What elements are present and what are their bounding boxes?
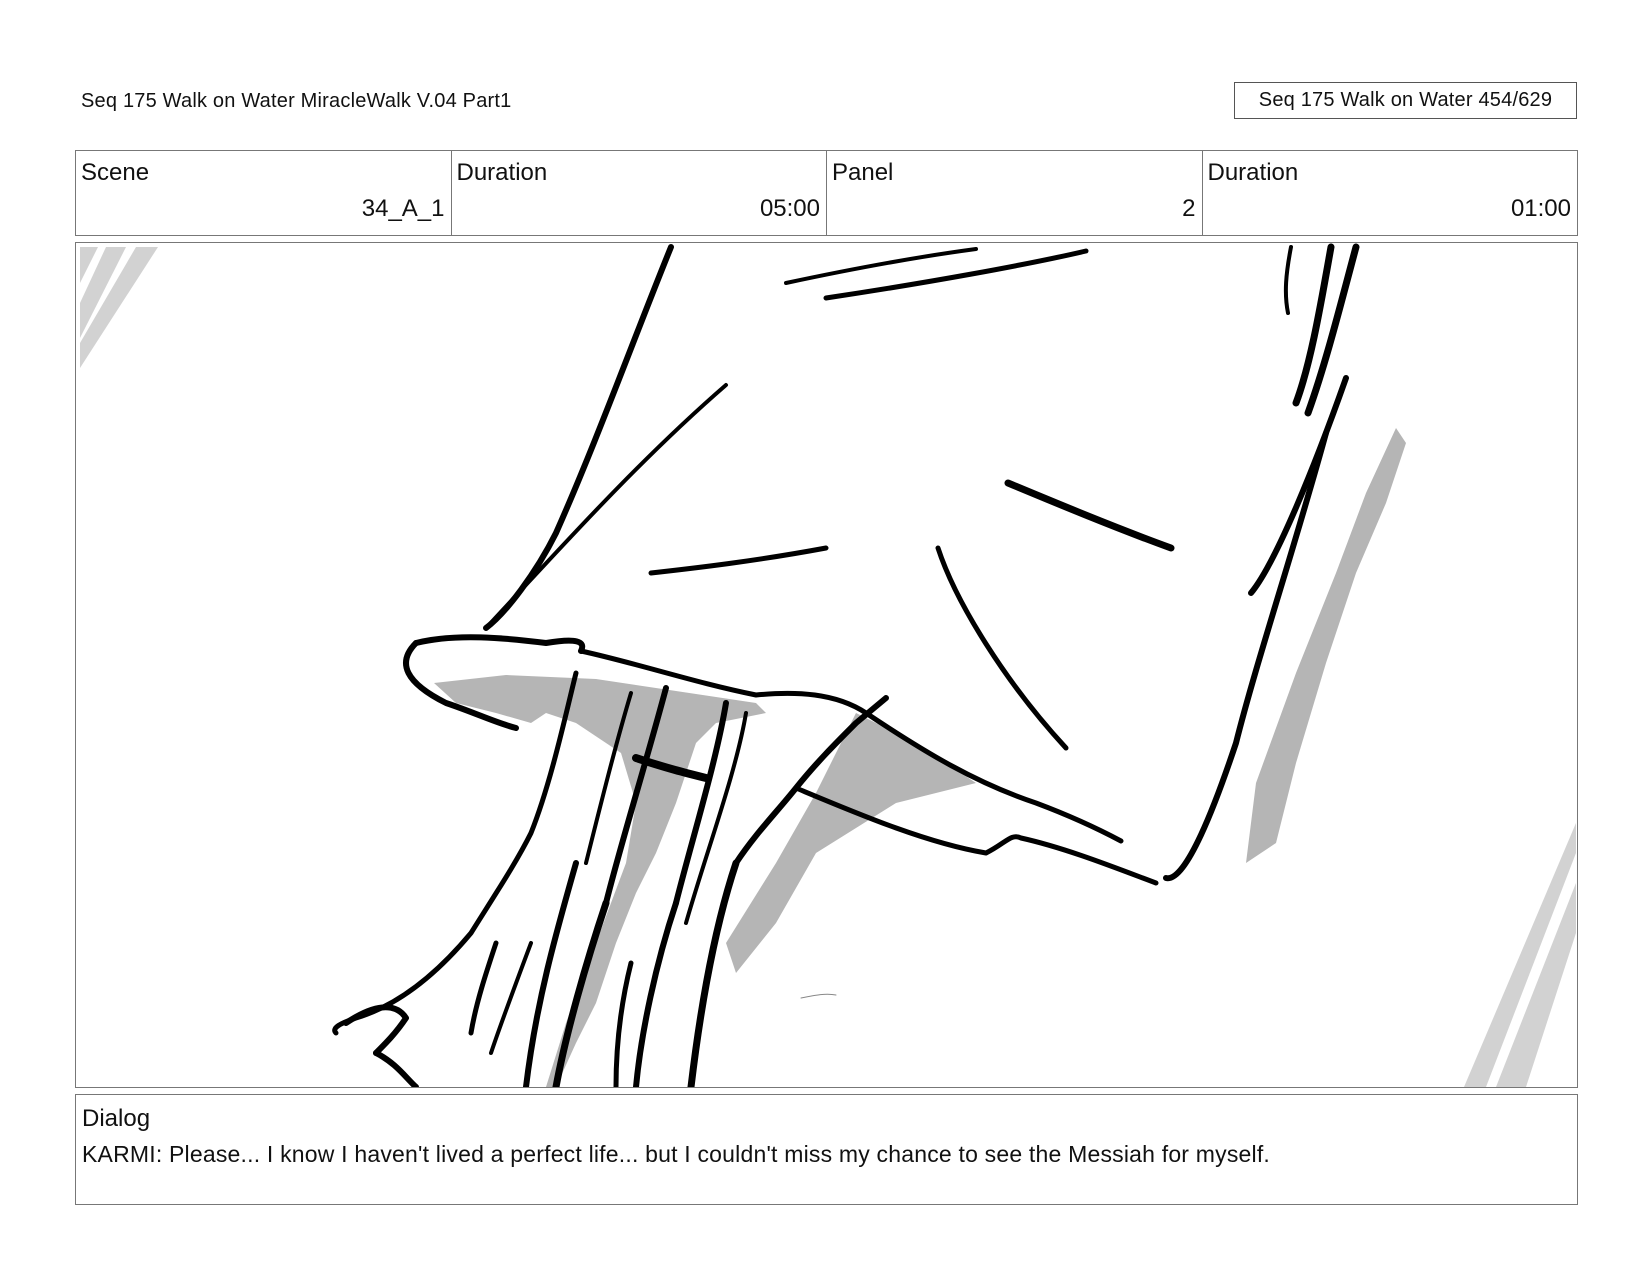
- scene-value: 34_A_1: [361, 195, 445, 222]
- info-row: Scene 34_A_1 Duration 05:00 Panel 2 Dura…: [75, 150, 1578, 236]
- dialog-box: Dialog KARMI: Please... I know I haven't…: [75, 1094, 1578, 1205]
- scene-label: Scene: [81, 159, 150, 186]
- panel-label: Panel: [832, 159, 894, 186]
- scene-duration-cell: Duration 05:00: [452, 151, 827, 235]
- panel-duration-value: 01:00: [1510, 195, 1571, 222]
- scene-duration-value: 05:00: [759, 195, 820, 222]
- panel-duration-cell: Duration 01:00: [1203, 151, 1578, 235]
- header-title: Seq 175 Walk on Water MiracleWalk V.04 P…: [81, 90, 512, 112]
- panel-cell: Panel 2: [827, 151, 1203, 235]
- panel-value: 2: [1182, 195, 1196, 222]
- storyboard-panel: [75, 242, 1578, 1088]
- storyboard-sketch-icon: [80, 243, 1576, 1087]
- dialog-label: Dialog: [82, 1105, 151, 1132]
- dialog-text: KARMI: Please... I know I haven't lived …: [82, 1141, 1270, 1167]
- scene-cell: Scene 34_A_1: [76, 151, 452, 235]
- scene-duration-label: Duration: [456, 159, 548, 186]
- page-counter-box: Seq 175 Walk on Water 454/629: [1234, 82, 1577, 119]
- panel-duration-label: Duration: [1207, 159, 1299, 186]
